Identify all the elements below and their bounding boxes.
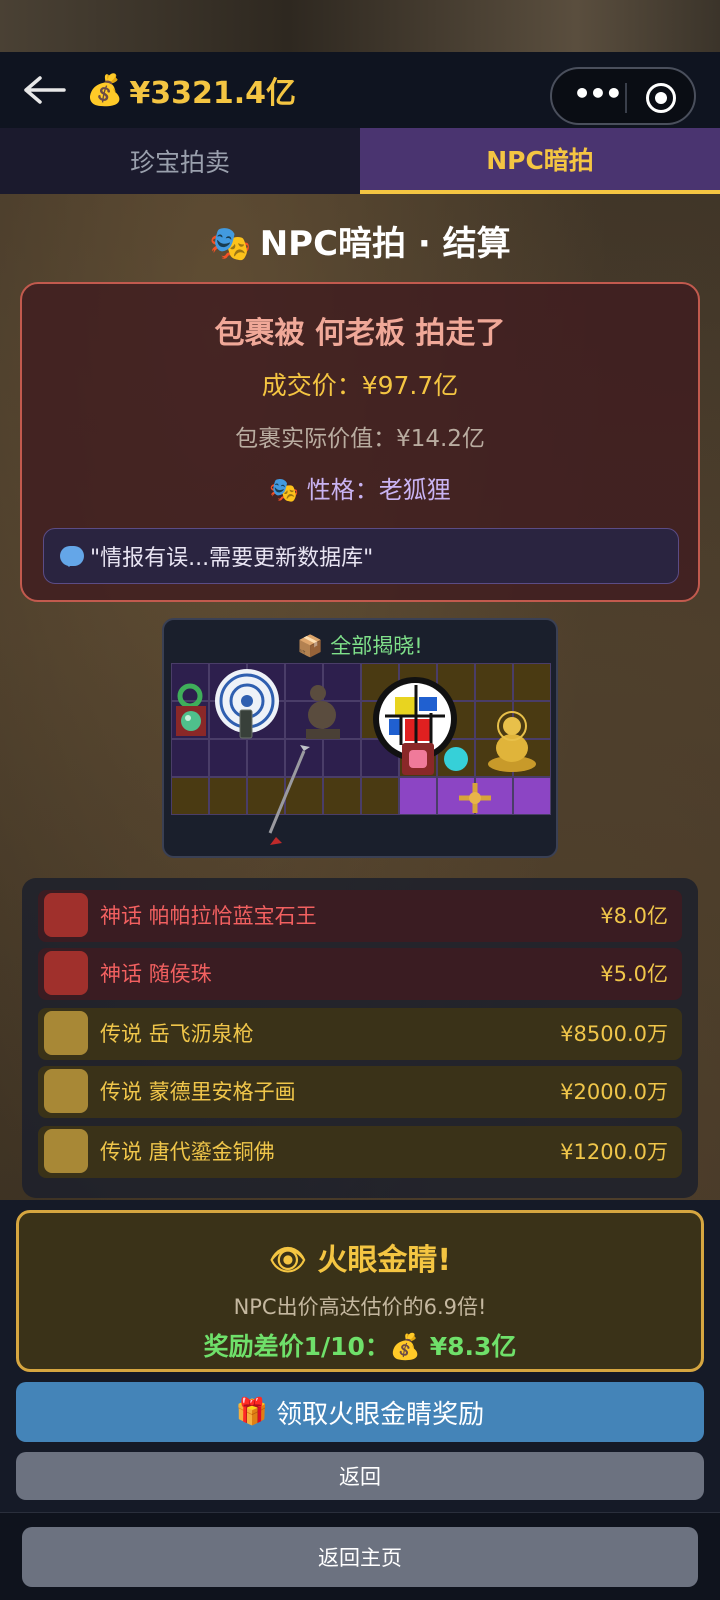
grid-cell xyxy=(209,777,247,815)
package-grid xyxy=(171,663,551,853)
theater-masks-icon: 🎭 xyxy=(269,476,300,504)
golden-buddha-icon xyxy=(477,705,547,777)
sapphire-gem-icon xyxy=(399,741,437,777)
golden-buddha-icon xyxy=(44,1129,88,1173)
back-button[interactable]: 返回 xyxy=(16,1452,704,1500)
navigation-bar: 💰 ¥3321.4亿 ••• xyxy=(0,52,720,128)
bottom-action-panel: 👁 火眼金睛! NPC出价高达估价的6.9倍! 奖励差价1/10：💰 ¥8.3亿… xyxy=(0,1200,720,1512)
home-button[interactable]: 返回主页 xyxy=(22,1527,698,1587)
item-price: ¥5.0亿 xyxy=(600,962,668,986)
personality-text: 性格：老狐狸 xyxy=(306,476,451,504)
eye-icon: 👁 xyxy=(268,1243,307,1278)
npc-quote: "情报有误...需要更新数据库" xyxy=(43,528,679,584)
grid-cell xyxy=(475,663,513,701)
back-arrow-icon[interactable] xyxy=(22,70,72,110)
grid-cell xyxy=(399,777,437,815)
item-name: 传说 唐代鎏金铜佛 xyxy=(100,1140,275,1164)
thinker-statue-icon xyxy=(289,673,355,743)
revealed-items-list: 神话 帕帕拉恰蓝宝石王 ¥8.0亿 神话 随侯珠 ¥5.0亿 传说 岳飞沥泉枪 … xyxy=(22,878,698,1198)
page-title: 🎭 NPC暗拍 · 结算 xyxy=(0,216,720,265)
reveal-header: 📦 全部揭晓! xyxy=(164,630,556,660)
page-title-text: NPC暗拍 · 结算 xyxy=(259,224,511,264)
actual-value: 包裹实际价值：¥14.2亿 xyxy=(235,426,485,452)
package-reveal-panel: 📦 全部揭晓! xyxy=(162,618,558,858)
tab-npc-blind-auction[interactable]: NPC暗拍 xyxy=(360,128,720,194)
capsule-divider xyxy=(625,83,627,113)
item-price: ¥8.0亿 xyxy=(600,904,668,928)
money-bag-icon: 💰 xyxy=(86,72,124,108)
item-price: ¥1200.0万 xyxy=(560,1140,668,1164)
claim-reward-button[interactable]: 🎁 领取火眼金睛奖励 xyxy=(16,1382,704,1442)
cyan-orb-icon xyxy=(437,741,475,777)
speech-bubble-icon xyxy=(60,546,84,567)
settlement-result-card: 包裹被 何老板 拍走了 成交价：¥97.7亿 包裹实际价值：¥14.2亿 🎭 性… xyxy=(20,282,700,602)
grid-cell xyxy=(171,739,209,777)
quote-text: "情报有误...需要更新数据库" xyxy=(90,546,374,571)
glowing-pearl-icon xyxy=(173,703,209,739)
grid-cell xyxy=(513,663,551,701)
sapphire-gem-icon xyxy=(44,893,88,937)
npc-personality: 🎭 性格：老狐狸 xyxy=(22,470,698,505)
item-price: ¥8500.0万 xyxy=(560,1022,668,1046)
item-name: 神话 帕帕拉恰蓝宝石王 xyxy=(100,904,317,928)
money-bag-icon: 💰 xyxy=(389,1332,422,1361)
header-background-strip xyxy=(0,0,720,52)
list-item[interactable]: 传说 唐代鎏金铜佛 ¥1200.0万 xyxy=(38,1126,682,1178)
reward-title: 👁 火眼金睛! xyxy=(268,1243,452,1278)
package-box-icon: 📦 xyxy=(297,634,324,658)
reveal-title: 全部揭晓! xyxy=(330,634,423,658)
item-price: ¥2000.0万 xyxy=(560,1080,668,1104)
winner-text: 包裹被 何老板 拍走了 xyxy=(214,316,506,351)
theater-masks-icon: 🎭 xyxy=(209,224,252,264)
item-name: 神话 随侯珠 xyxy=(100,962,212,986)
grid-cell xyxy=(209,739,247,777)
balance-amount: ¥3321.4亿 xyxy=(129,76,296,111)
balance-display: 💰 ¥3321.4亿 xyxy=(86,70,296,112)
deal-price: 成交价：¥97.7亿 xyxy=(261,371,459,400)
gift-icon: 🎁 xyxy=(235,1397,269,1427)
sharp-eye-reward-card: 👁 火眼金睛! NPC出价高达估价的6.9倍! 奖励差价1/10：💰 ¥8.3亿 xyxy=(16,1210,704,1372)
close-circle-icon[interactable] xyxy=(646,83,676,113)
footer-bar: 返回主页 xyxy=(0,1512,720,1600)
list-item[interactable]: 神话 随侯珠 ¥5.0亿 xyxy=(38,948,682,1000)
grid-cell xyxy=(323,739,361,777)
reward-subtitle: NPC出价高达估价的6.9倍! xyxy=(233,1295,487,1319)
spear-icon xyxy=(255,739,325,851)
grid-cell xyxy=(513,777,551,815)
grid-cell xyxy=(323,777,361,815)
more-options-icon[interactable]: ••• xyxy=(572,79,623,115)
mini-program-capsule: ••• xyxy=(550,67,696,125)
gold-ornament-icon xyxy=(437,779,513,817)
item-name: 传说 岳飞沥泉枪 xyxy=(100,1022,254,1046)
seal-stone-icon xyxy=(233,707,259,741)
mondrian-painting-icon xyxy=(44,1069,88,1113)
glowing-pearl-icon xyxy=(44,951,88,995)
item-name: 传说 蒙德里安格子画 xyxy=(100,1080,296,1104)
list-item[interactable]: 传说 蒙德里安格子画 ¥2000.0万 xyxy=(38,1066,682,1118)
grid-cell xyxy=(361,777,399,815)
reward-amount: 奖励差价1/10：💰 ¥8.3亿 xyxy=(203,1332,517,1361)
spear-icon xyxy=(44,1011,88,1055)
tab-treasure-auction[interactable]: 珍宝拍卖 xyxy=(0,128,360,194)
grid-cell xyxy=(171,777,209,815)
list-item[interactable]: 传说 岳飞沥泉枪 ¥8500.0万 xyxy=(38,1008,682,1060)
list-item[interactable]: 神话 帕帕拉恰蓝宝石王 ¥8.0亿 xyxy=(38,890,682,942)
tab-bar: 珍宝拍卖 NPC暗拍 xyxy=(0,128,720,194)
